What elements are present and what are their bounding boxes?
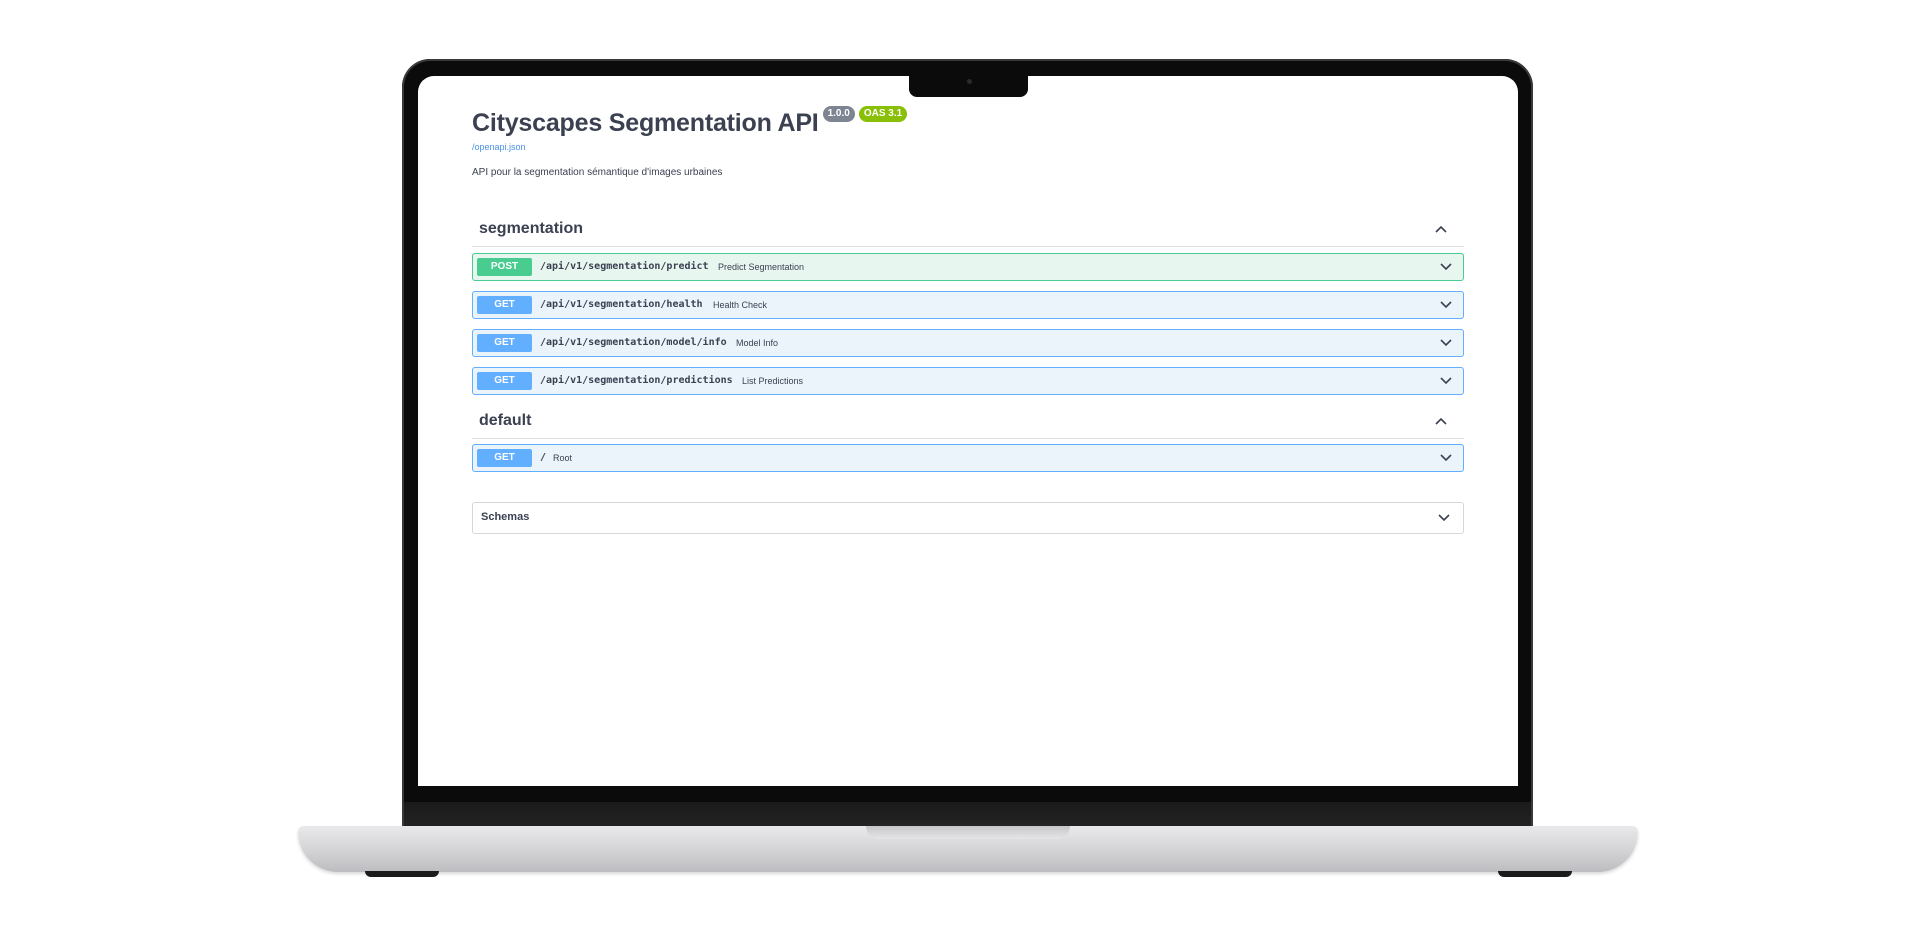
schemas-section[interactable]: Schemas — [472, 502, 1464, 534]
laptop-foot-right — [1498, 871, 1572, 877]
chevron-down-icon[interactable] — [1439, 336, 1453, 350]
operation-summary: Health Check — [713, 300, 768, 310]
chevron-down-icon[interactable] — [1439, 451, 1453, 465]
camera-icon — [967, 79, 972, 84]
operation-path: /api/v1/segmentation/health — [540, 299, 703, 310]
method-badge: GET — [477, 372, 532, 390]
operation-summary: Model Info — [736, 338, 779, 348]
operation-get-root[interactable]: GET / Root — [472, 444, 1464, 472]
laptop-foot-left — [365, 871, 439, 877]
chevron-down-icon[interactable] — [1439, 298, 1453, 312]
chevron-down-icon[interactable] — [1439, 374, 1453, 388]
chevron-up-icon[interactable] — [1434, 414, 1448, 428]
schemas-title: Schemas — [481, 511, 530, 523]
method-badge: POST — [477, 258, 532, 276]
operation-get-predictions[interactable]: GET /api/v1/segmentation/predictions Lis… — [472, 367, 1464, 395]
operation-path: /api/v1/segmentation/model/info — [540, 337, 727, 348]
api-description: API pour la segmentation sémantique d'im… — [472, 167, 723, 178]
operation-path: /api/v1/segmentation/predictions — [540, 375, 733, 386]
operation-get-model-info[interactable]: GET /api/v1/segmentation/model/info Mode… — [472, 329, 1464, 357]
version-badge: 1.0.0 — [822, 106, 855, 122]
section-title: default — [479, 412, 532, 429]
operation-summary: List Predictions — [742, 376, 804, 386]
openapi-spec-link[interactable]: /openapi.json — [472, 142, 526, 152]
operation-post-predict[interactable]: POST /api/v1/segmentation/predict Predic… — [472, 253, 1464, 281]
oas-badge: OAS 3.1 — [858, 106, 908, 122]
operation-get-health[interactable]: GET /api/v1/segmentation/health Health C… — [472, 291, 1464, 319]
operation-path: / — [540, 452, 547, 463]
laptop-bezel-chin — [404, 802, 1531, 828]
api-title: Cityscapes Segmentation API — [472, 109, 819, 137]
operation-path: /api/v1/segmentation/predict — [540, 261, 709, 272]
api-info-header: Cityscapes Segmentation API 1.0.0 OAS 3.… — [472, 106, 908, 138]
section-default[interactable]: default — [472, 408, 1464, 439]
chevron-up-icon[interactable] — [1434, 222, 1448, 236]
chevron-down-icon[interactable] — [1437, 511, 1451, 525]
operation-summary: Root — [553, 453, 573, 463]
operation-summary: Predict Segmentation — [718, 262, 805, 272]
method-badge: GET — [477, 296, 532, 314]
laptop-screen: Cityscapes Segmentation API 1.0.0 OAS 3.… — [418, 76, 1518, 786]
method-badge: GET — [477, 449, 532, 467]
section-segmentation[interactable]: segmentation — [472, 216, 1464, 247]
section-title: segmentation — [479, 220, 584, 237]
laptop-opening-notch — [866, 826, 1070, 839]
chevron-down-icon[interactable] — [1439, 260, 1453, 274]
method-badge: GET — [477, 334, 532, 352]
